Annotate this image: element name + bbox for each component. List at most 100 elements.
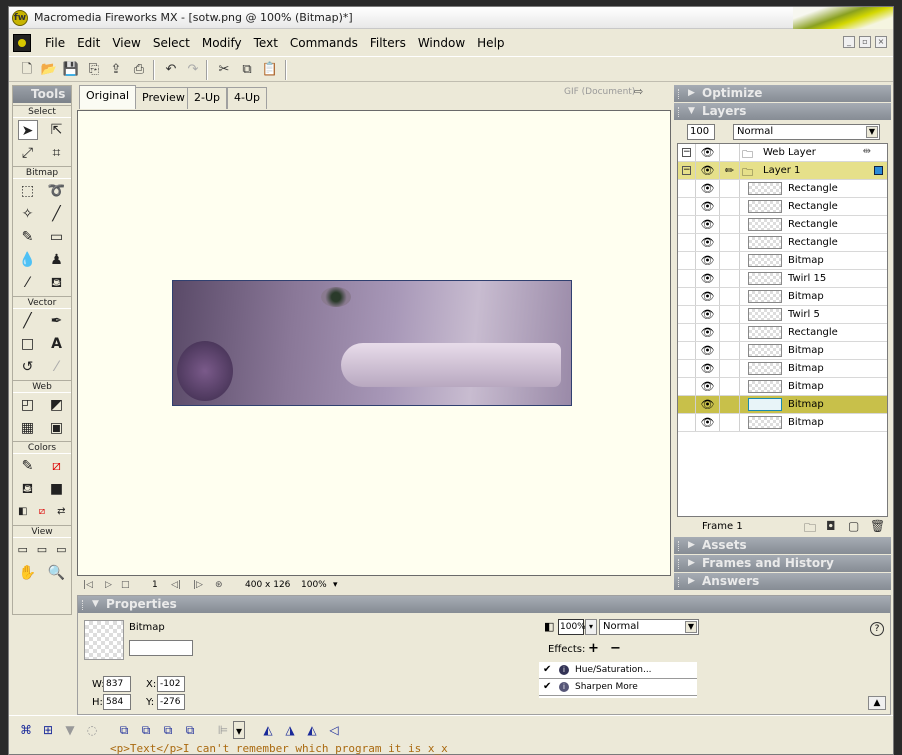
visibility-eye-icon[interactable]: 👁 [696, 144, 720, 161]
effect-enabled-checkbox[interactable]: ✔ [543, 681, 551, 692]
bring-forward-icon[interactable]: ⧉ [137, 721, 155, 739]
opacity-dropdown-icon[interactable]: ▾ [585, 619, 597, 635]
stroke-color-icon[interactable]: ✎ [18, 456, 38, 476]
menu-screen-icon[interactable]: ▭ [32, 540, 51, 560]
no-color-icon[interactable]: ⧄ [32, 502, 51, 522]
eyedropper-tool-icon[interactable]: ⁄ [18, 273, 38, 293]
visibility-eye-icon[interactable]: 👁 [696, 306, 720, 323]
rubber-stamp-tool-icon[interactable]: ♟ [47, 250, 67, 270]
hotspot-tool-icon[interactable]: ◰ [18, 395, 38, 415]
visibility-eye-icon[interactable]: 👁 [696, 360, 720, 377]
rotate-ccw-icon[interactable]: ◭ [259, 721, 277, 739]
menu-window[interactable]: Window [412, 36, 471, 50]
send-to-back-icon[interactable]: ⧉ [181, 721, 199, 739]
new-file-icon[interactable]: 🗋 [17, 60, 37, 80]
default-colors-icon[interactable]: ◧ [13, 502, 32, 522]
lasso-tool-icon[interactable]: ➰ [47, 181, 67, 201]
layer-opacity-field[interactable]: 100 [687, 124, 715, 140]
layer-object-row[interactable]: 👁 Bitmap [678, 252, 887, 270]
minimize-doc-button[interactable]: _ [843, 36, 855, 48]
quick-export-icon[interactable]: ⇨ [634, 85, 660, 101]
save-icon[interactable]: 💾 [61, 60, 81, 80]
group-icon[interactable]: ⌘ [17, 721, 35, 739]
subselect-tool-icon[interactable]: ⇱ [47, 120, 67, 140]
chevron-down-icon[interactable]: ▼ [866, 126, 878, 138]
effect-row[interactable]: ✔ i Sharpen More [539, 679, 697, 696]
rectangle-tool-icon[interactable]: □ [18, 334, 38, 354]
standard-screen-icon[interactable]: ▭ [13, 540, 32, 560]
visibility-eye-icon[interactable]: 👁 [696, 288, 720, 305]
copy-icon[interactable]: ⧉ [237, 60, 257, 80]
visibility-eye-icon[interactable]: 👁 [696, 396, 720, 413]
visibility-eye-icon[interactable]: 👁 [696, 270, 720, 287]
full-screen-icon[interactable]: ▭ [52, 540, 71, 560]
lock-column[interactable] [720, 324, 740, 341]
new-bitmap-icon[interactable]: ▢ [848, 519, 859, 533]
layer-object-row[interactable]: 👁 Bitmap [678, 396, 887, 414]
bring-to-front-icon[interactable]: ⧉ [115, 721, 133, 739]
join-icon[interactable]: ▼ [61, 721, 79, 739]
close-doc-button[interactable]: × [875, 36, 887, 48]
scale-tool-icon[interactable]: ⤢ [18, 143, 38, 163]
optimize-panel-header[interactable]: ▶ Optimize [674, 85, 891, 102]
lock-column[interactable] [720, 306, 740, 323]
send-backward-icon[interactable]: ⧉ [159, 721, 177, 739]
visibility-eye-icon[interactable]: 👁 [696, 324, 720, 341]
visibility-eye-icon[interactable]: 👁 [696, 234, 720, 251]
align-icon[interactable]: ⊫ [214, 721, 232, 739]
visibility-eye-icon[interactable]: 👁 [696, 216, 720, 233]
lock-column[interactable] [720, 270, 740, 287]
play-icon[interactable]: ▷ [105, 580, 112, 590]
lock-column[interactable] [720, 234, 740, 251]
x-field[interactable]: -102 [157, 676, 185, 692]
zoom-level[interactable]: 100% [301, 580, 327, 590]
pen-tool-icon[interactable]: ✒ [47, 311, 67, 331]
object-blend-mode-select[interactable]: Normal ▼ [599, 619, 699, 635]
assets-panel-header[interactable]: ▶ Assets [674, 537, 891, 554]
stroke-color-swatch[interactable]: ⧄ [47, 456, 67, 476]
lock-column[interactable] [720, 216, 740, 233]
frames-history-panel-header[interactable]: ▶ Frames and History [674, 555, 891, 572]
menu-commands[interactable]: Commands [284, 36, 364, 50]
crop-tool-icon[interactable]: ⌗ [47, 143, 67, 163]
slice-tool-icon[interactable]: ◩ [47, 395, 67, 415]
pointer-tool-icon[interactable]: ➤ [17, 119, 38, 140]
split-icon[interactable]: ◌ [83, 721, 101, 739]
lock-column[interactable] [720, 144, 740, 161]
visibility-eye-icon[interactable]: 👁 [696, 180, 720, 197]
menu-view[interactable]: View [106, 36, 146, 50]
menu-file[interactable]: File [39, 36, 71, 50]
paste-icon[interactable]: 📋 [260, 60, 280, 80]
cut-icon[interactable]: ✂ [214, 60, 234, 80]
y-field[interactable]: -276 [157, 694, 185, 710]
lock-column[interactable] [720, 396, 740, 413]
layer-object-row[interactable]: 👁 Twirl 5 [678, 306, 887, 324]
lock-column[interactable] [720, 378, 740, 395]
layer-object-row[interactable]: 👁 Rectangle [678, 216, 887, 234]
lock-column[interactable] [720, 288, 740, 305]
first-frame-icon[interactable]: |◁ [83, 580, 93, 590]
web-layer-row[interactable]: − 👁 🗀 Web Layer ⇹ [678, 144, 887, 162]
stop-icon[interactable]: □ [121, 580, 130, 590]
text-tool-icon[interactable]: A [47, 334, 67, 354]
visibility-eye-icon[interactable]: 👁 [696, 162, 720, 179]
lock-column[interactable] [720, 252, 740, 269]
width-field[interactable]: 837 [103, 676, 131, 692]
magic-wand-tool-icon[interactable]: ✧ [18, 204, 38, 224]
layers-panel-header[interactable]: ▼ Layers [674, 103, 891, 120]
lock-column[interactable] [720, 198, 740, 215]
layer-object-row[interactable]: 👁 Twirl 15 [678, 270, 887, 288]
line-tool-icon[interactable]: ╱ [18, 311, 38, 331]
collapse-layer-icon[interactable]: − [682, 166, 691, 175]
knife-tool-icon[interactable]: ⁄ [47, 357, 67, 377]
flip-vertical-icon[interactable]: ◁ [325, 721, 343, 739]
rotate-cw-icon[interactable]: ◮ [281, 721, 299, 739]
tab-preview[interactable]: Preview [135, 87, 192, 109]
menu-edit[interactable]: Edit [71, 36, 106, 50]
visibility-eye-icon[interactable]: 👁 [696, 252, 720, 269]
effect-enabled-checkbox[interactable]: ✔ [543, 664, 551, 675]
lock-column[interactable] [720, 342, 740, 359]
document-canvas[interactable] [77, 110, 671, 576]
print-icon[interactable]: ⎙ [129, 60, 149, 80]
brush-tool-icon[interactable]: ╱ [47, 204, 67, 224]
